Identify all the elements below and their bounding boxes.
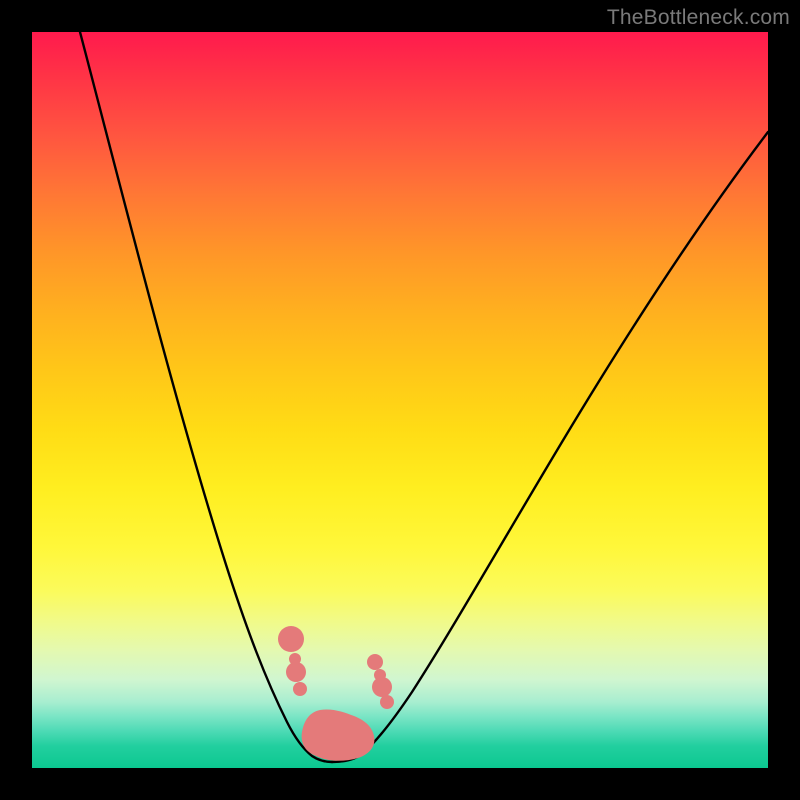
chart-plot-area: [32, 32, 768, 768]
marker-dot: [289, 653, 301, 665]
marker-dot: [372, 677, 392, 697]
marker-group: [278, 626, 394, 761]
watermark-text: TheBottleneck.com: [607, 6, 790, 30]
marker-blob: [302, 709, 375, 760]
chart-svg: [32, 32, 768, 768]
marker-dot: [380, 695, 394, 709]
marker-dot: [374, 669, 386, 681]
chart-outer-frame: TheBottleneck.com: [0, 0, 800, 800]
marker-dot: [293, 682, 307, 696]
curve-left: [80, 32, 332, 762]
marker-dot: [367, 654, 383, 670]
marker-dot: [278, 626, 304, 652]
curve-right: [332, 132, 768, 762]
marker-dot: [286, 662, 306, 682]
